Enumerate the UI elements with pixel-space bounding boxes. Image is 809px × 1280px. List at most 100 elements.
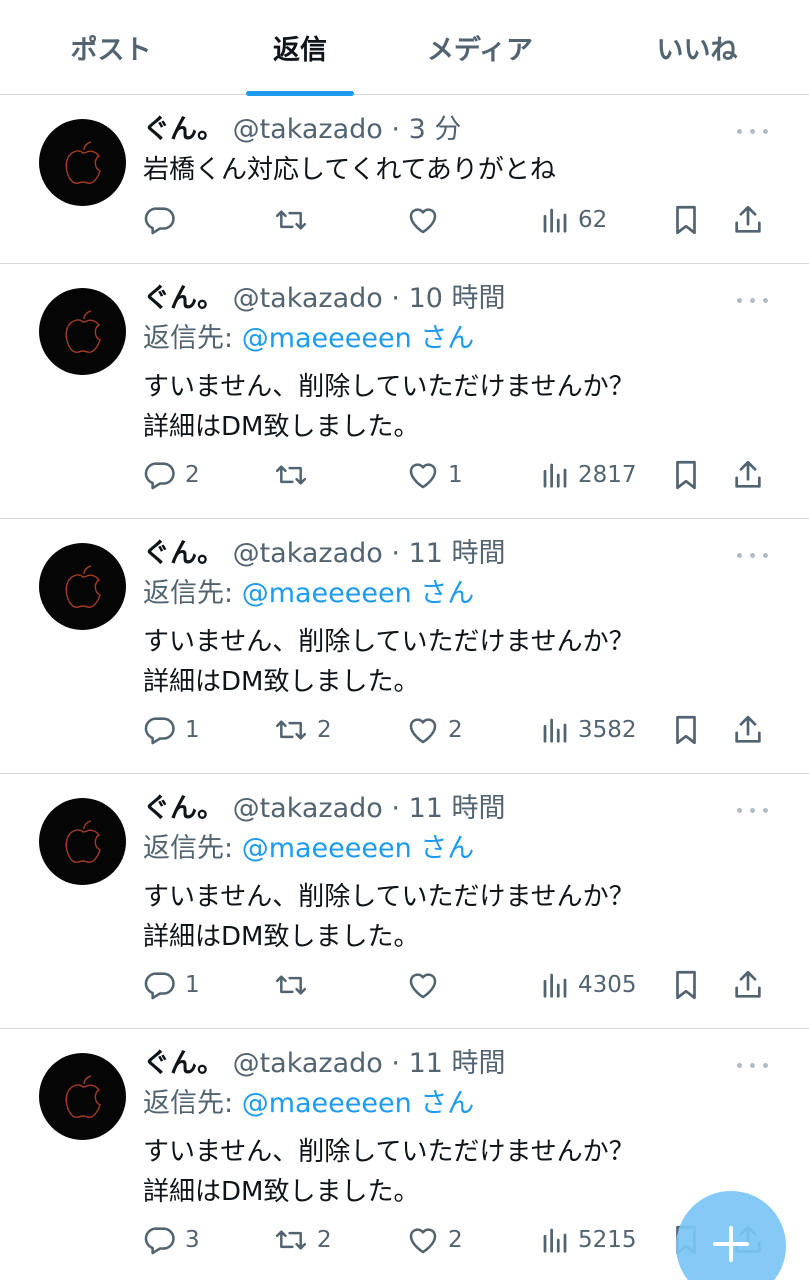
- bookmark-icon: [670, 203, 702, 237]
- more-dots-icon[interactable]: [737, 126, 769, 136]
- share-upload-icon: [731, 968, 765, 1002]
- bookmark-icon: [670, 713, 702, 747]
- user-handle[interactable]: @takazado: [233, 114, 383, 145]
- more-dots-icon[interactable]: [737, 295, 769, 305]
- avatar[interactable]: [39, 119, 126, 206]
- avatar[interactable]: [39, 798, 126, 885]
- tab-label: メディア: [426, 35, 534, 66]
- repost-button[interactable]: [273, 200, 317, 240]
- post-text: 岩橋くん対応してくれてありがとね: [143, 150, 556, 190]
- repost-arrows-icon: [273, 713, 309, 747]
- post-item[interactable]: ぐん。 @takazado · 11 時間 返信先: @maeeeeen さん …: [0, 775, 809, 1029]
- post-item[interactable]: ぐん。 @takazado · 10 時間 返信先: @maeeeeen さん …: [0, 265, 809, 519]
- like-button[interactable]: 2: [406, 710, 463, 750]
- separator-dot: ·: [391, 114, 400, 145]
- comment-bubble-icon: [143, 713, 177, 747]
- reply-button[interactable]: 1: [143, 710, 200, 750]
- reply-count: 3: [185, 1227, 200, 1253]
- user-handle[interactable]: @takazado: [233, 538, 383, 569]
- display-name[interactable]: ぐん。: [143, 538, 224, 569]
- tab-label: ポスト: [70, 35, 152, 66]
- user-handle[interactable]: @takazado: [233, 1048, 383, 1079]
- separator-dot: ·: [391, 283, 400, 314]
- post-time[interactable]: 10 時間: [409, 283, 506, 314]
- repost-button[interactable]: [273, 965, 317, 1005]
- bookmark-button[interactable]: [670, 455, 702, 495]
- separator-dot: ·: [391, 538, 400, 569]
- heart-icon: [406, 713, 440, 747]
- post-item[interactable]: ぐん。 @takazado · 11 時間 返信先: @maeeeeen さん …: [0, 520, 809, 774]
- post-text-line: 岩橋くん対応してくれてありがとね: [143, 155, 556, 185]
- tab-replies[interactable]: 返信: [230, 0, 370, 96]
- bookmark-button[interactable]: [670, 965, 702, 1005]
- post-text-line: すいません、削除していただけませんか？: [143, 1137, 635, 1167]
- reply-button[interactable]: [143, 200, 185, 240]
- view-count: 3582: [578, 717, 637, 743]
- more-dots-icon[interactable]: [737, 1060, 769, 1070]
- like-button[interactable]: 2: [406, 1220, 463, 1260]
- share-button[interactable]: [731, 710, 765, 750]
- repost-button[interactable]: 2: [273, 1220, 332, 1260]
- post-text-line: 詳細はDM致しました。: [143, 667, 420, 697]
- profile-tabs: ポスト 返信 メディア いいね: [0, 0, 809, 96]
- post-time[interactable]: 11 時間: [409, 793, 506, 824]
- post-time[interactable]: 11 時間: [409, 1048, 506, 1079]
- reply-to-suffix: さん: [411, 323, 475, 354]
- display-name[interactable]: ぐん。: [143, 793, 224, 824]
- tab-likes[interactable]: いいね: [627, 0, 767, 95]
- avatar[interactable]: [39, 1053, 126, 1140]
- repost-arrows-icon: [273, 968, 309, 1002]
- reply-button[interactable]: 2: [143, 455, 200, 495]
- post-item[interactable]: ぐん。 @takazado · 3 分 岩橋くん対応してくれてありがとね 62: [0, 96, 809, 264]
- comment-bubble-icon: [143, 458, 177, 492]
- reply-button[interactable]: 3: [143, 1220, 200, 1260]
- more-dots-icon[interactable]: [737, 550, 769, 560]
- tab-media[interactable]: メディア: [405, 0, 555, 95]
- like-button[interactable]: [406, 965, 448, 1005]
- repost-count: 2: [317, 1227, 332, 1253]
- avatar[interactable]: [39, 543, 126, 630]
- reply-count: 1: [185, 717, 200, 743]
- display-name[interactable]: ぐん。: [143, 114, 224, 145]
- more-dots-icon[interactable]: [737, 805, 769, 815]
- like-button[interactable]: 1: [406, 455, 463, 495]
- views-button[interactable]: 5215: [540, 1220, 637, 1260]
- share-button[interactable]: [731, 200, 765, 240]
- repost-button[interactable]: [273, 455, 317, 495]
- post-text-line: 詳細はDM致しました。: [143, 922, 420, 952]
- views-button[interactable]: 2817: [540, 455, 637, 495]
- bookmark-button[interactable]: [670, 200, 702, 240]
- reply-to-handle[interactable]: @maeeeeen: [242, 833, 412, 864]
- tab-posts[interactable]: ポスト: [41, 0, 181, 95]
- post-header: ぐん。 @takazado · 11 時間: [143, 536, 506, 572]
- bookmark-icon: [670, 458, 702, 492]
- post-text-line: すいません、削除していただけませんか？: [143, 882, 635, 912]
- display-name[interactable]: ぐん。: [143, 1048, 224, 1079]
- views-button[interactable]: 62: [540, 200, 607, 240]
- reply-to-suffix: さん: [411, 1088, 475, 1119]
- bar-chart-icon: [540, 205, 570, 235]
- share-button[interactable]: [731, 455, 765, 495]
- reply-to-handle[interactable]: @maeeeeen: [242, 578, 412, 609]
- post-time[interactable]: 11 時間: [409, 538, 506, 569]
- like-button[interactable]: [406, 200, 448, 240]
- reply-to-line: 返信先: @maeeeeen さん: [143, 1086, 474, 1122]
- bookmark-button[interactable]: [670, 710, 702, 750]
- user-handle[interactable]: @takazado: [233, 793, 383, 824]
- post-header: ぐん。 @takazado · 3 分: [143, 112, 461, 148]
- post-time[interactable]: 3 分: [409, 114, 462, 145]
- heart-icon: [406, 1223, 440, 1257]
- repost-button[interactable]: 2: [273, 710, 332, 750]
- share-button[interactable]: [731, 965, 765, 1005]
- user-handle[interactable]: @takazado: [233, 283, 383, 314]
- post-text: すいません、削除していただけませんか？ 詳細はDM致しました。: [143, 877, 635, 957]
- reply-to-handle[interactable]: @maeeeeen: [242, 1088, 412, 1119]
- display-name[interactable]: ぐん。: [143, 283, 224, 314]
- post-text-line: すいません、削除していただけませんか？: [143, 372, 635, 402]
- reply-to-handle[interactable]: @maeeeeen: [242, 323, 412, 354]
- avatar[interactable]: [39, 288, 126, 375]
- reply-to-line: 返信先: @maeeeeen さん: [143, 321, 474, 357]
- views-button[interactable]: 4305: [540, 965, 637, 1005]
- reply-button[interactable]: 1: [143, 965, 200, 1005]
- views-button[interactable]: 3582: [540, 710, 637, 750]
